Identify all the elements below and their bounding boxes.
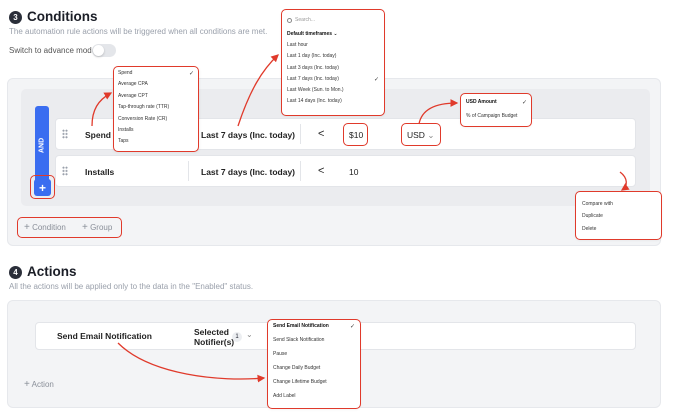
conditions-subtitle: The automation rule actions will be trig…	[9, 27, 268, 36]
search-icon	[287, 17, 292, 23]
metric-option[interactable]: Conversion Rate (CR)	[118, 116, 194, 127]
condition-row	[55, 155, 636, 187]
menu-delete[interactable]: Delete	[582, 226, 596, 232]
timeframe-option[interactable]: Last Week (Sun. to Mon.)	[287, 87, 379, 98]
highlight-add-button	[30, 175, 55, 199]
metric-option[interactable]: Taps	[118, 138, 194, 149]
advance-mode-toggle[interactable]	[92, 44, 116, 57]
check-icon: ✓	[373, 76, 379, 83]
drag-handle-icon[interactable]	[62, 166, 68, 176]
menu-duplicate[interactable]: Duplicate	[582, 213, 603, 219]
check-icon: ✓	[188, 71, 194, 77]
check-icon: ✓	[349, 324, 355, 330]
notifier-count-badge: 1	[232, 332, 242, 342]
action-type[interactable]: Send Email Notification	[57, 331, 152, 341]
condition-timeframe[interactable]: Last 7 days (Inc. today)	[201, 130, 295, 140]
timeframe-option[interactable]: Last 1 day (Inc. today)	[287, 53, 379, 64]
plus-icon: +	[82, 222, 88, 233]
condition-timeframe[interactable]: Last 7 days (Inc. today)	[201, 167, 295, 177]
step-number-badge: 4	[9, 266, 22, 279]
chevron-down-icon[interactable]: ⌄	[246, 330, 253, 339]
action-option[interactable]: Pause	[273, 351, 355, 365]
timeframe-search[interactable]: Search...	[287, 15, 379, 25]
timeframe-group-label[interactable]: Default timeframes ⌄	[287, 31, 338, 37]
divider	[300, 124, 301, 144]
timeframe-list: Last hour Last 1 day (Inc. today) Last 3…	[287, 42, 379, 110]
condition-operator[interactable]: <	[318, 165, 324, 177]
timeframe-option[interactable]: Last 3 days (Inc. today)	[287, 65, 379, 76]
divider	[188, 161, 189, 181]
menu-compare-with[interactable]: Compare with	[582, 201, 613, 207]
condition-value[interactable]: 10	[349, 167, 358, 177]
advance-mode-label: Switch to advance mode	[9, 46, 97, 55]
step-number-badge: 3	[9, 11, 22, 24]
actions-subtitle: All the actions will be applied only to …	[9, 282, 254, 291]
metric-dropdown-list: Spend ✓ Average CPA Average CPT Tap-throu…	[118, 70, 194, 150]
check-icon: ✓	[521, 100, 527, 106]
plus-icon: +	[24, 379, 30, 390]
metric-option[interactable]: Average CPA	[118, 81, 194, 92]
action-option[interactable]: Change Lifetime Budget	[273, 379, 355, 393]
chevron-down-icon: ⌄	[333, 31, 338, 37]
add-condition-button[interactable]: + Condition	[24, 222, 66, 233]
action-option[interactable]: Change Daily Budget	[273, 365, 355, 379]
divider	[300, 161, 301, 181]
and-label: AND	[38, 137, 46, 153]
action-dropdown-list: Send Email Notification ✓ Send Slack Noti…	[273, 323, 355, 407]
highlight-currency	[401, 123, 441, 146]
condition-operator[interactable]: <	[318, 128, 324, 140]
currency-option-usd[interactable]: USD Amount ✓	[466, 99, 527, 106]
add-group-button[interactable]: + Group	[82, 222, 112, 233]
actions-title: Actions	[27, 264, 77, 279]
condition-metric[interactable]: Spend	[85, 130, 111, 140]
timeframe-search-input[interactable]: Search...	[295, 17, 315, 23]
conditions-title: Conditions	[27, 9, 98, 24]
timeframe-option-selected[interactable]: Last 7 days (Inc. today) ✓	[287, 76, 379, 87]
metric-option[interactable]: Average CPT	[118, 93, 194, 104]
timeframe-option[interactable]: Last 14 days (Inc. today)	[287, 98, 379, 109]
action-option-selected[interactable]: Send Email Notification ✓	[273, 323, 355, 337]
add-action-button[interactable]: + Action	[24, 379, 54, 390]
currency-option-percent[interactable]: % of Campaign Budget	[466, 113, 517, 119]
drag-handle-icon[interactable]	[62, 129, 68, 139]
metric-option-spend[interactable]: Spend ✓	[118, 70, 194, 81]
timeframe-option[interactable]: Last hour	[287, 42, 379, 53]
metric-option[interactable]: Installs	[118, 127, 194, 138]
plus-icon: +	[24, 222, 30, 233]
action-option[interactable]: Add Label	[273, 393, 355, 407]
condition-metric[interactable]: Installs	[85, 167, 114, 177]
metric-option[interactable]: Tap-through rate (TTR)	[118, 104, 194, 115]
action-option[interactable]: Send Slack Notification	[273, 337, 355, 351]
highlight-value	[343, 123, 368, 146]
